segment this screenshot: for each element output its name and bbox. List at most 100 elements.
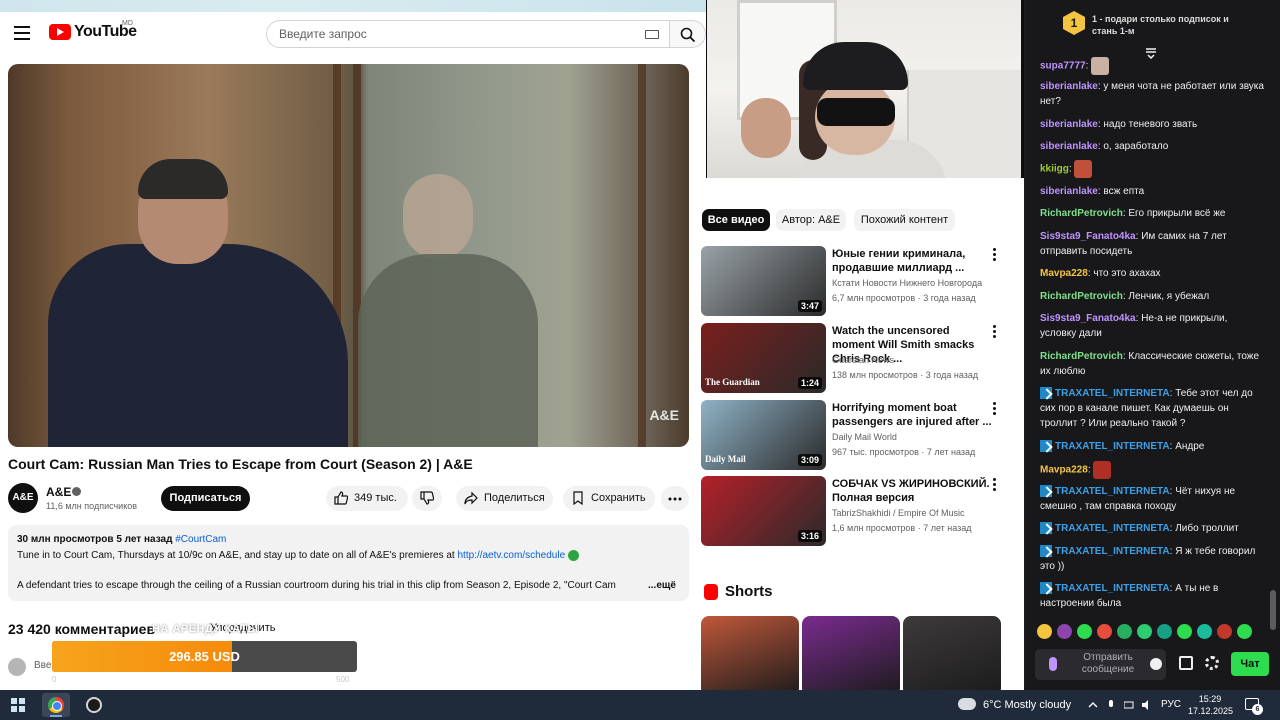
chat-input[interactable]: Отправить сообщение <box>1035 649 1166 680</box>
chat-send-button[interactable]: Чат <box>1231 652 1269 676</box>
cloud-icon[interactable] <box>958 698 976 710</box>
chat-username[interactable]: siberianlake <box>1040 81 1098 92</box>
chat-username[interactable]: siberianlake <box>1040 141 1098 152</box>
user-badge-icon[interactable] <box>1040 485 1052 498</box>
microphone-tray-icon[interactable] <box>1106 700 1116 710</box>
related-channel[interactable]: TabrizShakhidi / Empire Of Music <box>832 508 965 518</box>
quick-emote[interactable] <box>1057 624 1072 639</box>
video-frame-figure <box>403 174 473 259</box>
chat-username[interactable]: TRAXATEL_INTERNETA <box>1055 546 1170 557</box>
short-thumbnail[interactable] <box>802 616 900 690</box>
chat-username[interactable]: Mavpa228 <box>1040 465 1088 476</box>
search-button[interactable] <box>670 20 706 48</box>
windows-start-icon[interactable] <box>11 698 25 712</box>
user-badge-icon[interactable] <box>1040 387 1052 400</box>
chip-similar[interactable]: Похожий контент <box>854 209 955 231</box>
donation-progress-bar: 296.85 USD <box>52 641 357 672</box>
search-input[interactable]: Введите запрос <box>266 20 670 48</box>
like-button[interactable]: 349 тыс. <box>326 486 408 511</box>
short-thumbnail[interactable] <box>701 616 799 690</box>
weather-widget[interactable]: 6°C Mostly cloudy <box>983 699 1071 711</box>
youtube-logo-icon[interactable] <box>49 24 71 40</box>
chat-username[interactable]: kkiigg <box>1040 164 1069 175</box>
related-thumbnail[interactable]: The Guardian 1:24 <box>701 323 826 393</box>
chat-username[interactable]: Sis9sta9_Fanato4ka <box>1040 231 1136 242</box>
taskbar-obs[interactable] <box>80 693 108 717</box>
quick-emote[interactable] <box>1117 624 1132 639</box>
search-icon <box>680 27 696 43</box>
chat-username[interactable]: siberianlake <box>1040 186 1098 197</box>
chat-username[interactable]: TRAXATEL_INTERNETA <box>1055 486 1170 497</box>
quick-emote[interactable] <box>1197 624 1212 639</box>
save-button[interactable]: Сохранить <box>563 486 655 511</box>
more-actions-button[interactable] <box>661 486 689 511</box>
language-indicator[interactable]: РУС <box>1161 699 1181 710</box>
chat-username[interactable]: RichardPetrovich <box>1040 208 1123 219</box>
chat-username[interactable]: siberianlake <box>1040 119 1098 130</box>
taskbar-chrome[interactable] <box>42 693 70 717</box>
more-vertical-icon[interactable] <box>993 402 997 416</box>
quick-emote[interactable] <box>1097 624 1112 639</box>
share-button[interactable]: Поделиться <box>456 486 553 511</box>
quick-emote[interactable] <box>1237 624 1252 639</box>
schedule-link[interactable]: http://aetv.com/schedule <box>457 550 565 561</box>
volume-icon[interactable] <box>1142 700 1152 710</box>
chat-scrollbar[interactable] <box>1270 20 1276 630</box>
emote-bar <box>1037 624 1272 642</box>
more-vertical-icon[interactable] <box>993 478 997 492</box>
video-description[interactable]: 30 млн просмотров 5 лет назад #CourtCam … <box>8 525 689 601</box>
related-title[interactable]: СОБЧАК VS ЖИРИНОВСКИЙ. Полная версия <box>832 477 992 505</box>
comment-input[interactable]: Вве <box>34 660 51 671</box>
chat-username[interactable]: TRAXATEL_INTERNETA <box>1055 441 1170 452</box>
dislike-button[interactable] <box>412 486 442 511</box>
related-title[interactable]: Horrifying moment boat passengers are in… <box>832 401 992 429</box>
chat-username[interactable]: TRAXATEL_INTERNETA <box>1055 523 1170 534</box>
related-title[interactable]: Юные гении криминала, продавшие миллиард… <box>832 247 992 275</box>
emote-picker-icon[interactable] <box>1150 658 1162 670</box>
related-channel[interactable]: Кстати Новости Нижнего Новгорода <box>832 278 982 288</box>
related-thumbnail[interactable]: Daily Mail 3:09 <box>701 400 826 470</box>
related-channel[interactable]: Daily Mail World <box>832 432 897 442</box>
microphone-icon[interactable] <box>1049 657 1057 671</box>
chat-username[interactable]: RichardPetrovich <box>1040 291 1123 302</box>
quick-emote[interactable] <box>1157 624 1172 639</box>
user-badge-icon[interactable] <box>1040 545 1052 558</box>
user-badge-icon[interactable] <box>1040 582 1052 595</box>
chat-username[interactable]: TRAXATEL_INTERNETA <box>1055 388 1170 399</box>
video-player[interactable]: A&E <box>8 64 689 447</box>
chat-message: kkiigg: <box>1040 160 1265 178</box>
settings-icon[interactable] <box>1205 656 1219 670</box>
keyboard-icon[interactable] <box>645 30 659 39</box>
quick-emote[interactable] <box>1177 624 1192 639</box>
hashtag-link[interactable]: #CourtCam <box>175 534 226 545</box>
user-badge-icon[interactable] <box>1040 440 1052 453</box>
chat-username[interactable]: Mavpa228 <box>1040 268 1088 279</box>
show-more-button[interactable]: ...ещё <box>648 580 676 591</box>
channel-name[interactable]: A&E <box>46 485 71 499</box>
more-vertical-icon[interactable] <box>993 325 997 339</box>
menu-icon[interactable] <box>14 26 30 40</box>
subscribe-button[interactable]: Подписаться <box>161 486 250 511</box>
short-thumbnail[interactable] <box>903 616 1001 690</box>
chip-by-author[interactable]: Автор: A&E <box>776 209 846 231</box>
related-thumbnail[interactable]: 3:47 <box>701 246 826 316</box>
quick-emote[interactable] <box>1077 624 1092 639</box>
channel-avatar[interactable]: A&E <box>8 483 38 513</box>
quick-emote[interactable] <box>1037 624 1052 639</box>
gift-icon[interactable] <box>1179 656 1193 670</box>
related-channel[interactable]: Guardian News <box>832 355 894 365</box>
quick-emote[interactable] <box>1217 624 1232 639</box>
more-vertical-icon[interactable] <box>993 248 997 262</box>
chip-all-videos[interactable]: Все видео <box>702 209 770 231</box>
chat-username[interactable]: Sis9sta9_Fanato4ka <box>1040 313 1136 324</box>
chat-username[interactable]: TRAXATEL_INTERNETA <box>1055 583 1170 594</box>
battery-icon[interactable] <box>1124 700 1134 710</box>
user-badge-icon[interactable] <box>1040 522 1052 535</box>
quick-emote[interactable] <box>1137 624 1152 639</box>
chat-username[interactable]: supa7777 <box>1040 61 1086 72</box>
chevron-up-icon[interactable] <box>1088 700 1098 710</box>
chat-username[interactable]: RichardPetrovich <box>1040 351 1123 362</box>
clock[interactable]: 15:29 17.12.2025 <box>1188 693 1233 717</box>
related-meta: 6,7 млн просмотров · 3 года назад <box>832 293 976 303</box>
related-thumbnail[interactable]: 3:16 <box>701 476 826 546</box>
